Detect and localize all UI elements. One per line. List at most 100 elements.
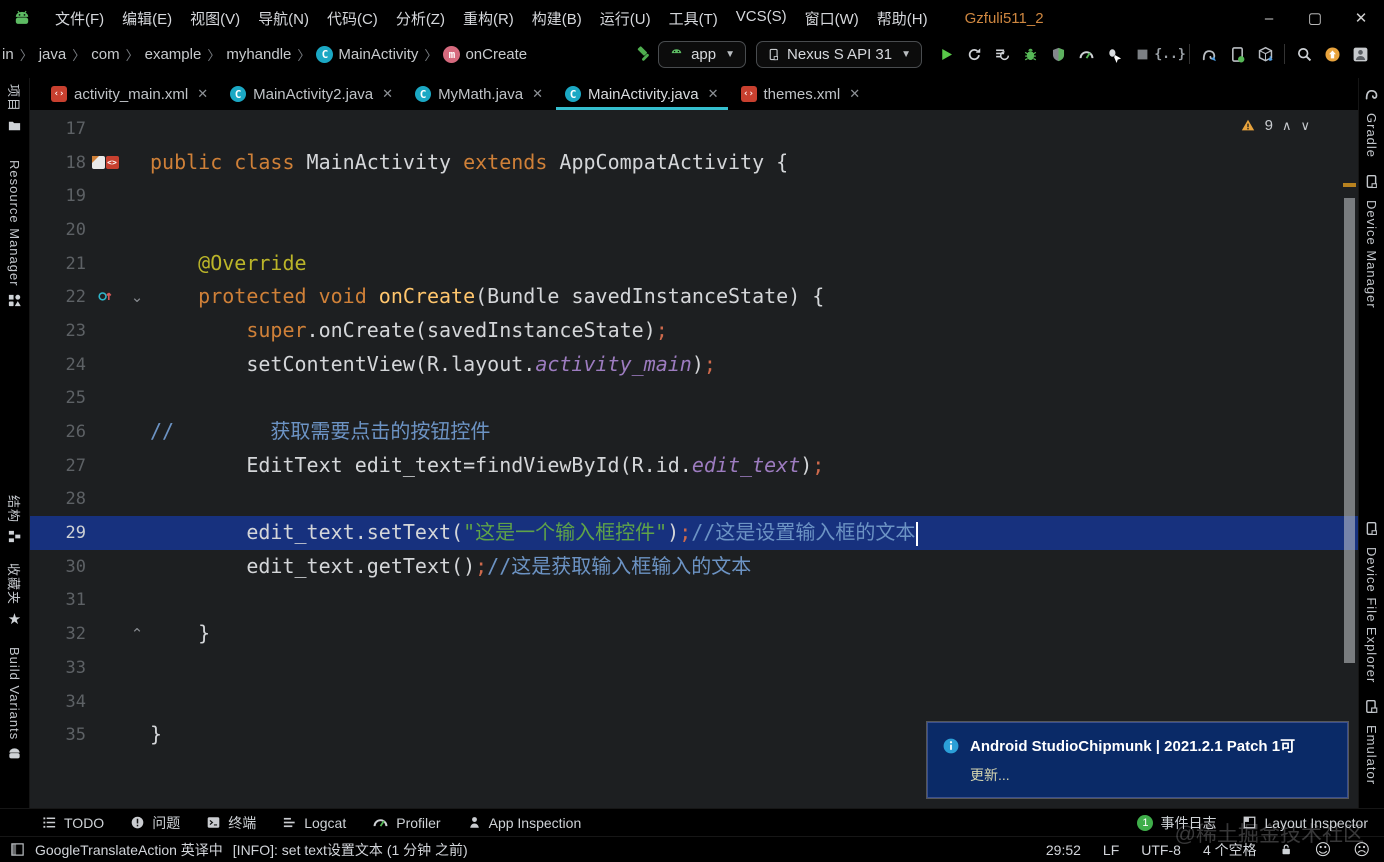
tab-mainactivity2-java[interactable]: C MainActivity2.java ✕	[219, 78, 404, 110]
menu-item-w[interactable]: 窗口(W)	[796, 4, 868, 33]
stripe-item-device-manager[interactable]: Device Manager	[1364, 174, 1379, 309]
menu-item-z[interactable]: 分析(Z)	[387, 4, 454, 33]
breadcrumb-item-mainactivity[interactable]: C MainActivity	[316, 45, 418, 63]
code-editor[interactable]: 17 18 <> public class MainActivity extends …	[30, 110, 1358, 808]
inspection-widget[interactable]: 9 ∧ ∨	[1240, 117, 1310, 134]
code-line-25[interactable]: 25	[30, 382, 1358, 416]
ide-update-icon[interactable]	[1318, 40, 1346, 68]
tool-window-button-logcat[interactable]: Logcat	[282, 815, 346, 831]
sdk-manager-icon[interactable]	[1251, 40, 1279, 68]
apply-code-changes-icon[interactable]	[988, 40, 1016, 68]
stripe-item-结构[interactable]: 结构	[5, 495, 24, 549]
tool-window-button-终端[interactable]: 终端	[206, 813, 256, 833]
running-devices-icon[interactable]: {..}	[1154, 40, 1185, 68]
tab-activity-main-xml[interactable]: ‹› activity_main.xml ✕	[40, 78, 219, 110]
breadcrumb-item-myhandle[interactable]: myhandle	[226, 46, 291, 63]
stripe-item-emulator[interactable]: Emulator	[1364, 699, 1379, 785]
update-notification[interactable]: Android StudioChipmunk | 2021.2.1 Patch …	[927, 722, 1348, 798]
debug-icon[interactable]	[1016, 40, 1044, 68]
tab-close-icon[interactable]: ✕	[708, 86, 719, 102]
next-warning-chevron-down-icon[interactable]: ∨	[1300, 118, 1310, 134]
notification-update-link[interactable]: 更新...	[970, 765, 1333, 785]
line-separator[interactable]: LF	[1103, 842, 1119, 858]
code-line-34[interactable]: 34	[30, 685, 1358, 719]
code-line-20[interactable]: 20	[30, 213, 1358, 247]
device-select[interactable]: Nexus S API 31 ▼	[756, 40, 922, 68]
menu-item-f[interactable]: 文件(F)	[46, 4, 113, 33]
search-everywhere-icon[interactable]	[1290, 40, 1318, 68]
frown-feedback-icon[interactable]: ☹	[1353, 840, 1370, 859]
tool-window-toggle-icon[interactable]	[10, 842, 25, 857]
tool-window-button-todo[interactable]: TODO	[42, 815, 104, 831]
maximize-button[interactable]: ▢	[1292, 0, 1338, 36]
close-button[interactable]: ✕	[1338, 0, 1384, 36]
menu-item-c[interactable]: 代码(C)	[318, 4, 387, 33]
tab-close-icon[interactable]: ✕	[197, 86, 208, 102]
menu-item-b[interactable]: 构建(B)	[523, 4, 591, 33]
indent-setting[interactable]: 4 个空格	[1203, 840, 1257, 860]
code-line-28[interactable]: 28	[30, 483, 1358, 517]
prev-warning-chevron-up-icon[interactable]: ∧	[1282, 118, 1292, 134]
run-configuration-select[interactable]: app ▼	[658, 40, 747, 68]
tab-close-icon[interactable]: ✕	[532, 86, 543, 102]
tool-window-button-layout-inspector[interactable]: Layout Inspector	[1242, 815, 1368, 831]
stripe-item-gradle[interactable]: Gradle	[1364, 86, 1380, 158]
stripe-item-resource-manager[interactable]: Resource Manager	[7, 160, 22, 313]
tab-close-icon[interactable]: ✕	[849, 86, 860, 102]
breadcrumb-item-in[interactable]: in	[2, 46, 14, 63]
profile-icon[interactable]	[1072, 40, 1100, 68]
code-line-33[interactable]: 33	[30, 651, 1358, 685]
unlock-icon[interactable]	[1279, 842, 1293, 857]
code-line-32[interactable]: 32 ⌃ }	[30, 617, 1358, 651]
stripe-item-device-file-explorer[interactable]: Device File Explorer	[1364, 521, 1379, 683]
tool-window-button-问题[interactable]: 问题	[130, 813, 180, 833]
code-line-22[interactable]: 22 ⌄ protected void onCreate(Bundle saved…	[30, 280, 1358, 314]
code-line-30[interactable]: 30 edit_text.getText();//这是获取输入框输入的文本	[30, 550, 1358, 584]
warning-stripe-mark[interactable]	[1343, 183, 1356, 187]
code-line-31[interactable]: 31	[30, 584, 1358, 618]
device-manager-toolbar-icon[interactable]	[1223, 40, 1251, 68]
layout-file-gutter-icon[interactable]	[91, 156, 105, 170]
menu-item-e[interactable]: 编辑(E)	[113, 4, 181, 33]
tool-window-button-app-inspection[interactable]: App Inspection	[467, 815, 581, 831]
overriding-method-icon[interactable]	[97, 286, 113, 309]
code-line-19[interactable]: 19	[30, 179, 1358, 213]
fold-marker[interactable]: ⌄	[124, 288, 150, 306]
code-line-17[interactable]: 17	[30, 112, 1358, 146]
scrollbar-thumb[interactable]	[1344, 198, 1355, 663]
build-hammer-icon[interactable]	[630, 40, 658, 68]
menu-item-v[interactable]: 视图(V)	[181, 4, 249, 33]
editor-scrollbar[interactable]	[1343, 110, 1356, 808]
stop-icon[interactable]	[1128, 40, 1156, 68]
tool-window-button-profiler[interactable]: Profiler	[372, 814, 441, 831]
code-line-27[interactable]: 27 EditText edit_text=findViewById(R.id.…	[30, 449, 1358, 483]
menu-item-t[interactable]: 工具(T)	[660, 4, 727, 33]
tab-themes-xml[interactable]: ‹› themes.xml ✕	[730, 78, 872, 110]
tool-window-button-事件日志[interactable]: 1 事件日志	[1137, 813, 1216, 833]
menu-item-r[interactable]: 重构(R)	[454, 4, 523, 33]
code-line-29[interactable]: 29 edit_text.setText("这是一个输入框控件");//这是设置…	[30, 516, 1358, 550]
breadcrumb-item-java[interactable]: java	[39, 46, 67, 63]
sync-project-icon[interactable]	[1195, 40, 1223, 68]
profile-low-overhead-icon[interactable]	[1100, 40, 1128, 68]
breadcrumb-item-oncreate[interactable]: m onCreate	[443, 45, 527, 63]
stripe-item-项目[interactable]: 项目	[5, 84, 24, 138]
code-line-23[interactable]: 23 super.onCreate(savedInstanceState);	[30, 314, 1358, 348]
file-encoding[interactable]: UTF-8	[1141, 842, 1181, 858]
attach-debugger-icon[interactable]	[1044, 40, 1072, 68]
code-line-24[interactable]: 24 setContentView(R.layout.activity_main…	[30, 348, 1358, 382]
run-icon[interactable]	[932, 40, 960, 68]
tab-mymath-java[interactable]: C MyMath.java ✕	[404, 78, 554, 110]
menu-item-vcss[interactable]: VCS(S)	[727, 4, 796, 33]
rerun-activity-icon[interactable]	[960, 40, 988, 68]
tab-close-icon[interactable]: ✕	[382, 86, 393, 102]
breadcrumb-item-com[interactable]: com	[91, 46, 119, 63]
smile-feedback-icon[interactable]: ☺	[1315, 840, 1332, 859]
fold-marker[interactable]: ⌃	[124, 625, 150, 643]
stripe-item-build-variants[interactable]: Build Variants	[7, 647, 22, 766]
xml-gutter-icon[interactable]: <>	[105, 156, 119, 170]
minimize-button[interactable]: –	[1246, 0, 1292, 36]
caret-position[interactable]: 29:52	[1046, 842, 1081, 858]
tab-mainactivity-java[interactable]: C MainActivity.java ✕	[554, 78, 730, 110]
user-avatar-icon[interactable]	[1346, 40, 1374, 68]
